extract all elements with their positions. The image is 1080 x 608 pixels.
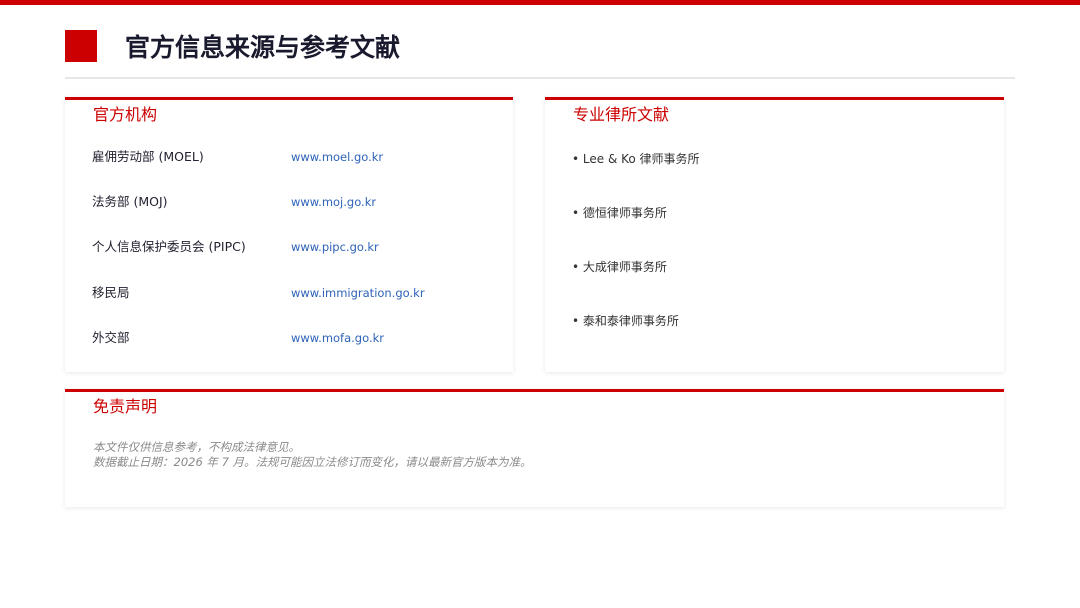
disclaimer-text: 本文件仅供信息参考，不构成法律意见。: [93, 440, 300, 454]
agency-link-moel[interactable]: www.moel.go.kr: [291, 146, 383, 168]
agency-name: 法务部 (MOJ): [92, 194, 168, 209]
card-accent-rule: [65, 389, 1004, 392]
law-firm-references-title: 专业律所文献: [573, 105, 670, 124]
agency-link-immigration[interactable]: www.immigration.go.kr: [291, 282, 425, 304]
law-firm-item: • 大成律师事务所: [572, 260, 667, 274]
agency-name: 个人信息保护委员会 (PIPC): [92, 239, 246, 254]
official-agencies-title: 官方机构: [93, 105, 158, 124]
agency-row-pipc: 个人信息保护委员会 (PIPC) www.pipc.go.kr: [92, 236, 492, 258]
card-accent-rule: [65, 97, 513, 100]
agency-name: 雇佣劳动部 (MOEL): [92, 149, 204, 164]
disclaimer-text: 数据截止日期：2026 年 7 月。法规可能因立法修订而变化，请以最新官方版本为…: [93, 455, 532, 469]
agency-row-immigration: 移民局 www.immigration.go.kr: [92, 282, 492, 304]
agency-link-moj[interactable]: www.moj.go.kr: [291, 191, 376, 213]
title-divider: [65, 77, 1015, 79]
title-accent-square: [65, 30, 97, 62]
disclaimer-card: 免责声明 本文件仅供信息参考，不构成法律意见。 数据截止日期：2026 年 7 …: [65, 389, 1004, 507]
law-firm-item: • Lee & Ko 律师事务所: [572, 152, 700, 166]
agency-link-mofa[interactable]: www.mofa.go.kr: [291, 327, 384, 349]
law-firm-item: • 泰和泰律师事务所: [572, 314, 679, 328]
agency-row-moel: 雇佣劳动部 (MOEL) www.moel.go.kr: [92, 146, 492, 168]
law-firm-references-card: 专业律所文献 • Lee & Ko 律师事务所 • 德恒律师事务所 • 大成律师…: [545, 97, 1004, 372]
page-title: 官方信息来源与参考文献: [125, 33, 401, 62]
agency-name: 外交部: [92, 330, 130, 345]
top-accent-bar: [0, 0, 1080, 5]
agency-row-mofa: 外交部 www.mofa.go.kr: [92, 327, 492, 349]
agency-link-pipc[interactable]: www.pipc.go.kr: [291, 236, 379, 258]
official-agencies-card: 官方机构 雇佣劳动部 (MOEL) www.moel.go.kr 法务部 (MO…: [65, 97, 513, 372]
disclaimer-title: 免责声明: [93, 397, 158, 416]
agency-row-moj: 法务部 (MOJ) www.moj.go.kr: [92, 191, 492, 213]
agency-name: 移民局: [92, 285, 130, 300]
card-accent-rule: [545, 97, 1004, 100]
law-firm-item: • 德恒律师事务所: [572, 206, 667, 220]
